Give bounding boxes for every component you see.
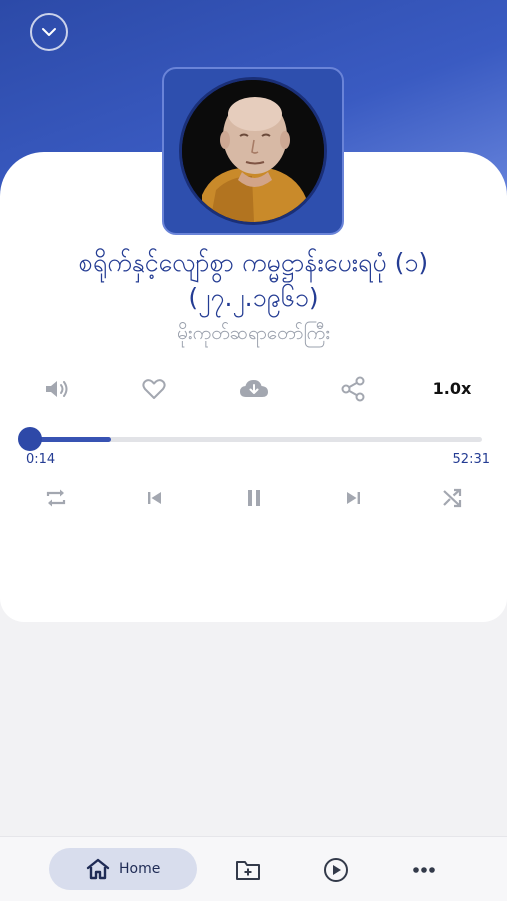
seek-bar[interactable] xyxy=(18,427,482,451)
volume-button[interactable] xyxy=(40,375,72,403)
seek-bar-progress xyxy=(30,437,112,442)
pause-icon xyxy=(248,490,260,506)
chevron-down-icon xyxy=(42,28,56,36)
cloud-download-icon xyxy=(240,380,268,397)
album-art xyxy=(162,67,344,235)
more-icon xyxy=(413,867,435,873)
repeat-button[interactable] xyxy=(41,484,71,512)
nav-home[interactable]: Home xyxy=(49,848,197,890)
nav-library[interactable] xyxy=(232,856,264,884)
bottom-navigation: Home xyxy=(0,836,507,901)
pause-button[interactable] xyxy=(238,484,270,512)
elapsed-time: 0:14 xyxy=(26,452,56,467)
next-button[interactable] xyxy=(338,484,368,512)
favorite-button[interactable] xyxy=(138,375,170,403)
share-button[interactable] xyxy=(337,375,369,403)
artist-name: မိုးကုတ်ဆရာတော်ကြီး xyxy=(176,322,331,344)
monk-portrait xyxy=(179,77,327,225)
total-duration: 52:31 xyxy=(452,452,490,467)
home-icon xyxy=(86,858,110,880)
collapse-button[interactable] xyxy=(30,13,68,51)
volume-icon xyxy=(46,381,68,397)
play-circle-icon xyxy=(324,858,348,882)
track-title-line2: (၂၇.၂.၁၉၆၁) xyxy=(188,283,319,312)
repeat-icon xyxy=(46,489,66,507)
nav-more[interactable] xyxy=(408,856,440,884)
playback-speed-button[interactable]: 1.0x xyxy=(424,376,480,402)
shuffle-button[interactable] xyxy=(437,484,467,512)
seek-bar-thumb[interactable] xyxy=(18,427,42,451)
skip-previous-icon xyxy=(148,492,161,504)
share-icon xyxy=(341,376,365,402)
download-button[interactable] xyxy=(236,375,272,403)
folder-add-icon xyxy=(236,861,260,880)
heart-icon xyxy=(142,379,166,399)
previous-button[interactable] xyxy=(140,484,170,512)
skip-next-icon xyxy=(347,492,360,504)
track-title-line1: စရိုက်နှင့်လျော်စွာ ကမ္မဋ္ဌာန်းပေးရပုံ (… xyxy=(78,248,429,277)
shuffle-icon xyxy=(443,488,462,508)
nav-player[interactable] xyxy=(320,856,352,884)
nav-home-label: Home xyxy=(119,861,161,877)
